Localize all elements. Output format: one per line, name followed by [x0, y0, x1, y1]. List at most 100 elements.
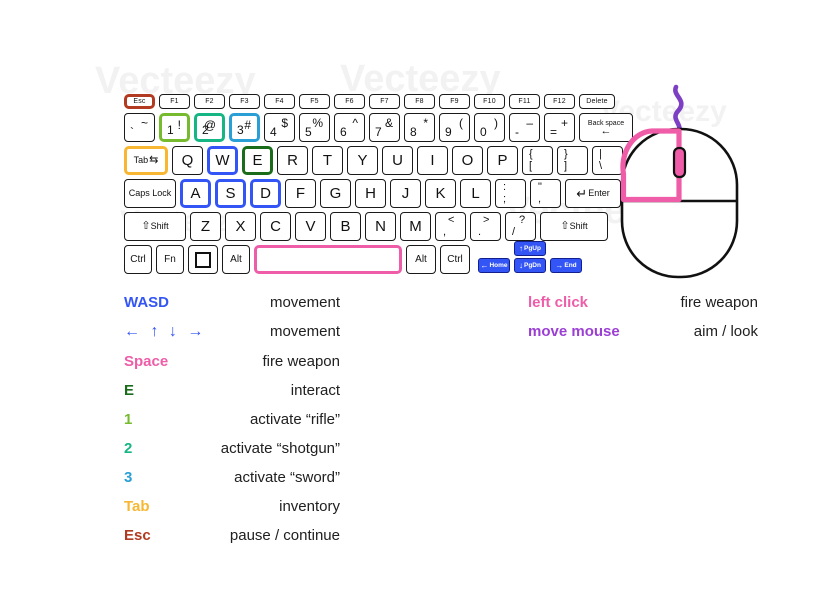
key-9[interactable]: (9	[439, 113, 470, 142]
key-space[interactable]	[254, 245, 402, 274]
key-f6[interactable]: F6	[334, 94, 365, 109]
key-k[interactable]: K	[425, 179, 456, 208]
key-alt-left[interactable]: Alt	[222, 245, 250, 274]
key-f[interactable]: F	[285, 179, 316, 208]
key-f8[interactable]: F8	[404, 94, 435, 109]
key-x[interactable]: X	[225, 212, 256, 241]
key-u[interactable]: U	[382, 146, 413, 175]
key-label: \	[599, 160, 603, 172]
key-f7[interactable]: F7	[369, 94, 400, 109]
key-caps-lock[interactable]: Caps Lock	[124, 179, 176, 208]
key-label: 4	[270, 125, 277, 139]
arrow-left-home[interactable]: ← Home	[478, 258, 510, 273]
arrow-key-label: PgDn	[524, 262, 541, 269]
key-punct-1[interactable]: ",	[530, 179, 561, 208]
key-f11[interactable]: F11	[509, 94, 540, 109]
key-p[interactable]: P	[487, 146, 518, 175]
key-y[interactable]: Y	[347, 146, 378, 175]
key-i[interactable]: I	[417, 146, 448, 175]
key-z[interactable]: Z	[190, 212, 221, 241]
key-=[interactable]: + =	[544, 113, 575, 142]
mouse-svg	[620, 84, 739, 279]
key-1[interactable]: ! 1	[159, 113, 190, 142]
key-f2[interactable]: F2	[194, 94, 225, 109]
key-5[interactable]: % 5	[299, 113, 330, 142]
key-ctrl-right[interactable]: Ctrl	[440, 245, 470, 274]
key-8[interactable]: * 8	[404, 113, 435, 142]
key-7[interactable]: & 7	[369, 113, 400, 142]
key-label: B	[340, 218, 351, 235]
key-tab[interactable]: Tab ⇆	[124, 146, 168, 175]
key-g[interactable]: G	[320, 179, 351, 208]
key-label: N	[375, 218, 386, 235]
key-punct-0[interactable]: :;	[495, 179, 526, 208]
key-label: F	[295, 185, 306, 202]
legend-row: Esc pause / continue	[124, 527, 340, 544]
key-r[interactable]: R	[277, 146, 308, 175]
legend-action-label: pause / continue	[229, 527, 340, 544]
keyboard-shift-row: ⇧ Shift Z X C V B N M <, >.? / ⇧ Shift	[124, 212, 637, 241]
key-o[interactable]: O	[452, 146, 483, 175]
arrow-up-pgup[interactable]: ↑ PgUp	[514, 241, 546, 256]
key-4[interactable]: $4	[264, 113, 295, 142]
key-f3[interactable]: F3	[229, 94, 260, 109]
key-esc[interactable]: Esc	[124, 94, 155, 109]
key-f4[interactable]: F4	[264, 94, 295, 109]
legend-key-label: Space	[124, 353, 169, 370]
key-a[interactable]: A	[180, 179, 211, 208]
key-j[interactable]: J	[390, 179, 421, 208]
key-label: Ctrl	[447, 253, 463, 265]
key-f12[interactable]: F12	[544, 94, 575, 109]
key-punct-z-0[interactable]: <,	[435, 212, 466, 241]
key-bracket-0[interactable]: {[	[522, 146, 553, 175]
key-n[interactable]: N	[365, 212, 396, 241]
key-fn[interactable]: Fn	[156, 245, 184, 274]
key-shift-left[interactable]: ⇧ Shift	[124, 212, 186, 241]
key-f10[interactable]: F10	[474, 94, 505, 109]
key-l[interactable]: L	[460, 179, 491, 208]
key-label: J	[401, 185, 410, 202]
key-m[interactable]: M	[400, 212, 431, 241]
key-s[interactable]: S	[215, 179, 246, 208]
key-v[interactable]: V	[295, 212, 326, 241]
key-w[interactable]: W	[207, 146, 238, 175]
mouse-scroll-wheel[interactable]	[672, 146, 687, 179]
key-windows[interactable]	[188, 245, 218, 274]
key--[interactable]: – -	[509, 113, 540, 142]
key-b[interactable]: B	[330, 212, 361, 241]
arrow-glyph-icon: →	[555, 260, 564, 270]
key-label: F2	[205, 98, 214, 105]
key-e[interactable]: E	[242, 146, 273, 175]
key-q[interactable]: Q	[172, 146, 203, 175]
key-label: 3	[237, 123, 244, 137]
key-punct-z-2[interactable]: ? /	[505, 212, 536, 241]
key-bracket-1[interactable]: }]	[557, 146, 588, 175]
legend-row: ← ↑ ↓ → movement	[124, 323, 340, 341]
key-f5[interactable]: F5	[299, 94, 330, 109]
key-0[interactable]: ) 0	[474, 113, 505, 142]
key-alt-right[interactable]: Alt	[406, 245, 436, 274]
key-t[interactable]: T	[312, 146, 343, 175]
key-shift-right[interactable]: ⇧ Shift	[540, 212, 608, 241]
legend-key-label: ← ↑ ↓ →	[124, 323, 207, 340]
key-f9[interactable]: F9	[439, 94, 470, 109]
arrow-right-end[interactable]: → End	[550, 258, 582, 273]
key-6[interactable]: ^ 6	[334, 113, 365, 142]
key-3[interactable]: #3	[229, 113, 260, 142]
key-label: F3	[240, 98, 249, 105]
key-h[interactable]: H	[355, 179, 386, 208]
key-label: Caps Lock	[128, 188, 172, 198]
key-f1[interactable]: F1	[159, 94, 190, 109]
arrow-down-pgdn[interactable]: ↓ PgDn	[514, 258, 546, 273]
key-punct-z-1[interactable]: >.	[470, 212, 501, 241]
key-label: W	[215, 152, 230, 169]
key-2[interactable]: @2	[194, 113, 225, 142]
windows-square-icon	[195, 251, 211, 268]
key-d[interactable]: D	[250, 179, 281, 208]
key-ctrl-left[interactable]: Ctrl	[124, 245, 152, 274]
key-c[interactable]: C	[260, 212, 291, 241]
key-`[interactable]: ~ `	[124, 113, 155, 142]
key-delete[interactable]: Delete	[579, 94, 615, 109]
key-shift-label: %	[312, 116, 323, 130]
key-shift-label: {	[529, 148, 533, 160]
